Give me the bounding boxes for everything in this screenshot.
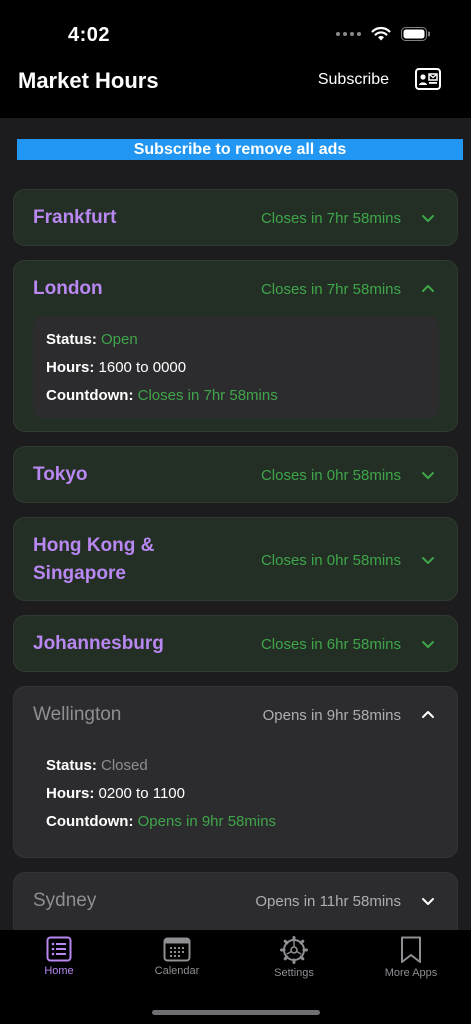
city-name: London [33,278,103,299]
home-indicator[interactable] [152,1010,320,1015]
remove-ads-banner[interactable]: Subscribe to remove all ads [17,139,463,160]
tab-settings[interactable]: Settings [244,936,344,979]
market-card-london[interactable]: London Closes in 7hr 58mins Status: Open… [13,260,458,432]
market-state: Closes in 0hr 58mins [260,467,401,484]
contact-card-icon[interactable] [415,68,441,90]
chevron-down-icon[interactable] [421,468,435,482]
city-name: Sydney [33,890,97,911]
tab-more-apps[interactable]: More Apps [361,936,461,979]
market-card-frankfurt[interactable]: Frankfurt Closes in 7hr 58mins [13,189,458,246]
market-list[interactable]: Subscribe to remove all ads Frankfurt Cl… [0,118,471,930]
countdown-row: Countdown: Opens in 9hr 58mins [46,813,276,830]
hours-row: Hours: 1600 to 0000 [46,359,186,376]
city-name-line2: Singapore [33,563,126,584]
card-header[interactable]: London Closes in 7hr 58mins [14,261,457,317]
market-details: Status: Closed Hours: 0200 to 1100 Count… [33,742,439,844]
hours-label: Hours: [46,785,95,802]
tab-label: Settings [274,967,314,979]
status-value: Closed [101,757,148,774]
tab-calendar[interactable]: Calendar [127,936,227,977]
chevron-down-icon[interactable] [421,211,435,225]
hours-label: Hours: [46,359,95,376]
chevron-down-icon[interactable] [421,894,435,908]
signal-icon [336,31,361,36]
market-card-sydney[interactable]: Sydney Opens in 11hr 58mins [13,872,458,930]
market-card-wellington[interactable]: Wellington Opens in 9hr 58mins Status: C… [13,686,458,858]
hours-value: 1600 to 0000 [98,359,187,376]
chevron-down-icon[interactable] [421,553,435,567]
city-name-line1: Hong Kong & [33,535,155,556]
countdown-label: Countdown: [46,387,134,404]
chevron-up-icon[interactable] [421,708,435,722]
market-state: Closes in 7hr 58mins [260,210,401,227]
countdown-value: Closes in 7hr 58mins [137,387,278,404]
clock: 4:02 [68,24,111,46]
tab-bar: Home Calendar Settings More Apps [0,930,471,1024]
tab-label: Home [44,965,74,977]
hours-row: Hours: 0200 to 1100 [46,785,185,802]
tab-label: More Apps [384,967,438,979]
bookmark-icon [401,936,421,963]
calendar-icon [163,937,191,962]
status-label: Status: [46,331,97,348]
countdown-label: Countdown: [46,813,134,830]
countdown-row: Countdown: Closes in 7hr 58mins [46,387,278,404]
city-name: Wellington [33,704,122,725]
card-header[interactable]: Wellington Opens in 9hr 58mins [14,687,457,743]
status-label: Status: [46,757,97,774]
status-value: Open [101,331,138,348]
market-card-tokyo[interactable]: Tokyo Closes in 0hr 58mins [13,446,458,503]
card-header[interactable]: Johannesburg Closes in 6hr 58mins [14,616,457,672]
hours-value: 0200 to 1100 [98,785,185,802]
list-icon [46,936,72,962]
status-icons [336,26,431,41]
city-name: Johannesburg [33,633,164,654]
city-name: Frankfurt [33,207,117,228]
card-header[interactable]: Frankfurt Closes in 7hr 58mins [14,190,457,246]
gear-icon [280,936,308,964]
market-state: Closes in 7hr 58mins [260,281,401,298]
page-title: Market Hours [18,68,159,93]
navigation-bar: Market Hours Subscribe [0,60,471,118]
market-state: Opens in 11hr 58mins [255,893,401,910]
card-header[interactable]: Tokyo Closes in 0hr 58mins [14,447,457,503]
city-name: Tokyo [33,464,88,485]
tab-label: Calendar [154,965,200,977]
market-card-hong-kong-singapore[interactable]: Hong Kong & Singapore Closes in 0hr 58mi… [13,517,458,601]
countdown-value: Opens in 9hr 58mins [137,813,277,830]
market-state: Closes in 0hr 58mins [260,552,401,569]
status-bar: 4:02 [0,0,471,60]
market-state: Opens in 9hr 58mins [262,707,401,724]
card-header[interactable]: Hong Kong & Singapore Closes in 0hr 58mi… [14,518,457,602]
market-card-johannesburg[interactable]: Johannesburg Closes in 6hr 58mins [13,615,458,672]
chevron-up-icon[interactable] [421,282,435,296]
subscribe-button[interactable]: Subscribe [318,71,389,89]
battery-icon [401,26,430,41]
chevron-down-icon[interactable] [421,637,435,651]
card-header[interactable]: Sydney Opens in 11hr 58mins [14,873,457,929]
status-row: Status: Closed [46,757,148,774]
market-details: Status: Open Hours: 1600 to 0000 Countdo… [33,316,439,418]
status-row: Status: Open [46,331,138,348]
market-state: Closes in 6hr 58mins [260,636,401,653]
tab-home[interactable]: Home [9,936,109,977]
wifi-icon [371,26,391,41]
